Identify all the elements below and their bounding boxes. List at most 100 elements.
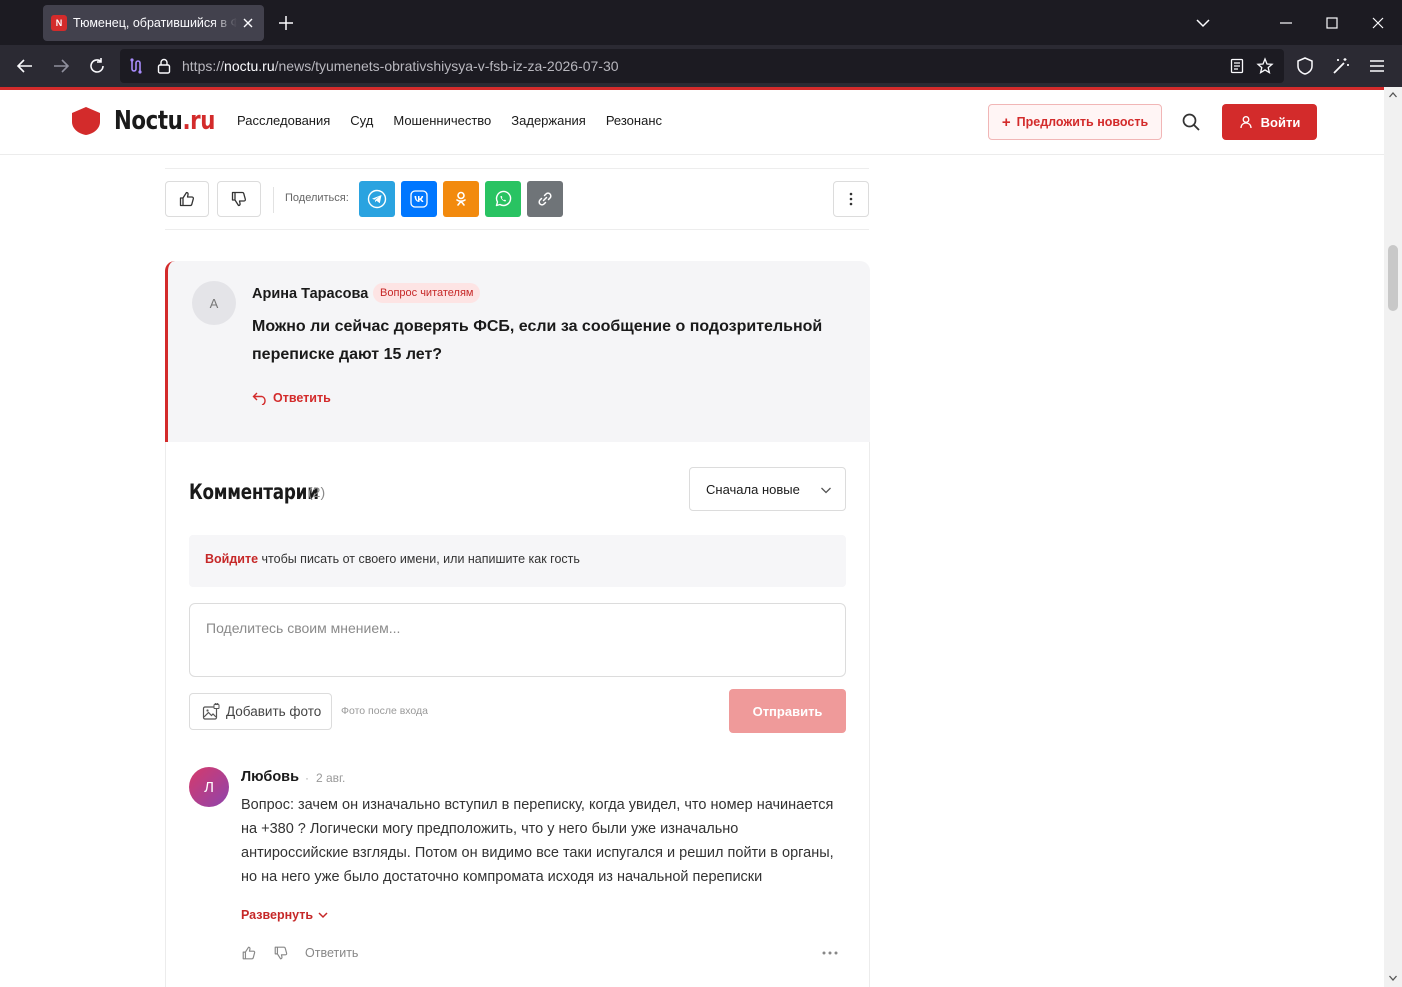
reader-question-card: А Арина Тарасова Вопрос читателям Можно … [165,261,870,442]
share-whatsapp-button[interactable] [485,181,521,217]
forward-icon[interactable] [50,55,72,77]
comment-dislike-icon[interactable] [273,945,289,961]
whatsapp-icon [495,190,512,207]
add-photo-button[interactable]: Добавить фото [189,693,332,730]
comment-meta-separator: · [305,771,309,785]
menu-item-fraud[interactable]: Мошенничество [393,113,491,128]
login-link[interactable]: Войдите [205,552,258,566]
reload-icon[interactable] [86,55,108,77]
url-text[interactable]: https://noctu.ru/news/tyumenets-obrativs… [182,58,619,74]
comment-reply-button[interactable]: Ответить [305,946,358,960]
send-comment-button[interactable]: Отправить [729,689,846,733]
menu-item-court[interactable]: Суд [350,113,373,128]
vk-icon [410,190,428,208]
suggest-news-button[interactable]: + Предложить новость [988,104,1162,140]
tab-title: Тюменец, обратившийся в ФСБ из-за [73,16,237,30]
photo-note: Фото после входа [341,705,428,717]
shield-icon[interactable] [1294,55,1316,77]
search-icon[interactable] [1180,111,1202,133]
menu-item-arrests[interactable]: Задержания [511,113,586,128]
comments-count: (2) [308,484,326,500]
site-favicon-icon: N [51,15,67,31]
tracking-permissions-icon[interactable] [128,57,146,75]
new-tab-plus-icon[interactable] [276,13,296,33]
copy-link-button[interactable] [527,181,563,217]
menu-item-resonance[interactable]: Резонанс [606,113,662,128]
close-window-icon[interactable] [1368,13,1388,33]
scroll-up-arrow-icon[interactable] [1388,90,1398,100]
maximize-window-icon[interactable] [1322,13,1342,33]
main-menu: Расследования Суд Мошенничество Задержан… [237,113,682,128]
link-icon [538,192,552,206]
question-author: Арина Тарасова [252,286,369,302]
share-label: Поделиться: [285,192,349,204]
chevron-down-icon [821,487,831,494]
site-logo[interactable]: Noctu.ru [70,106,237,136]
login-hint: Войдите чтобы писать от своего имени, ил… [189,535,846,587]
page-viewport: Noctu.ru Расследования Суд Мошенничество… [0,90,1384,987]
thumbs-up-icon [179,191,195,207]
more-options-button[interactable] [833,181,869,217]
reader-view-icon[interactable] [1228,57,1246,75]
expand-label: Развернуть [241,908,314,922]
site-header: Noctu.ru Расследования Суд Мошенничество… [0,90,1384,155]
plus-icon: + [1001,113,1011,131]
user-icon [1240,116,1252,129]
horizontal-dots-icon[interactable] [820,945,840,961]
comment-date: 2 авг. [316,771,346,785]
sort-select[interactable]: Сначала новые [689,467,846,511]
comment-text: Вопрос: зачем он изначально вступил в пе… [241,797,834,885]
comments-title: Комментарии [189,480,319,504]
browser-nav-bar: https://noctu.ru/news/tyumenets-obrativs… [0,45,1402,87]
menu-icon[interactable] [1366,55,1388,77]
photo-lock-icon [202,702,220,720]
comment-like-icon[interactable] [241,945,257,961]
question-badge: Вопрос читателям [373,283,481,303]
divider [273,187,274,213]
login-hint-text: чтобы писать от своего имени, или напиши… [258,552,580,566]
odnoklassniki-icon [456,191,466,206]
scroll-down-arrow-icon[interactable] [1388,973,1398,983]
telegram-icon [367,189,387,209]
dislike-button[interactable] [217,181,261,217]
comments-section: Комментарии (2) Сначала новые Войдите чт… [165,442,870,987]
expand-comment-button[interactable]: Развернуть [241,908,329,922]
share-odnoklassniki-button[interactable] [443,181,479,217]
login-label: Войти [1260,114,1301,130]
comment-author[interactable]: Любовь [241,769,299,785]
scrollbar-thumb[interactable] [1388,245,1398,311]
page-scrollbar[interactable] [1384,87,1402,987]
login-button[interactable]: Войти [1222,104,1317,140]
question-reply-button[interactable]: Ответить [252,391,331,405]
comment-input-placeholder: Поделитесь своим мнением... [206,620,401,636]
chevron-down-icon [318,912,328,919]
comment-input[interactable]: Поделитесь своим мнением... [189,603,846,677]
suggest-news-label: Предложить новость [1016,115,1149,129]
share-vk-button[interactable] [401,181,437,217]
question-reply-label: Ответить [273,391,331,405]
back-icon[interactable] [14,55,36,77]
add-photo-label: Добавить фото [226,704,322,719]
thumbs-down-icon [231,191,247,207]
close-tab-icon[interactable] [240,15,256,31]
browser-tab-bar: N Тюменец, обратившийся в ФСБ из-за [0,0,1402,45]
share-telegram-button[interactable] [359,181,395,217]
menu-item-investigations[interactable]: Расследования [237,113,330,128]
extensions-icon[interactable] [1330,55,1352,77]
lock-icon[interactable] [156,57,172,75]
address-bar[interactable]: https://noctu.ru/news/tyumenets-obrativs… [120,49,1284,83]
reply-arrow-icon [252,392,266,405]
question-text: Можно ли сейчас доверять ФСБ, если за со… [252,318,823,363]
avatar: Л [189,767,229,807]
logo-shield-icon [72,107,100,135]
logo-wordmark: Noctu.ru [114,106,216,136]
minimize-window-icon[interactable] [1276,13,1296,33]
vertical-dots-icon [849,192,853,206]
divider [165,229,869,230]
tab-list-chevron-icon[interactable] [1193,13,1213,33]
divider [165,168,869,169]
browser-tab-active[interactable]: N Тюменец, обратившийся в ФСБ из-за [43,5,264,41]
bookmark-star-icon[interactable] [1256,57,1274,75]
avatar: А [192,281,236,325]
like-button[interactable] [165,181,209,217]
